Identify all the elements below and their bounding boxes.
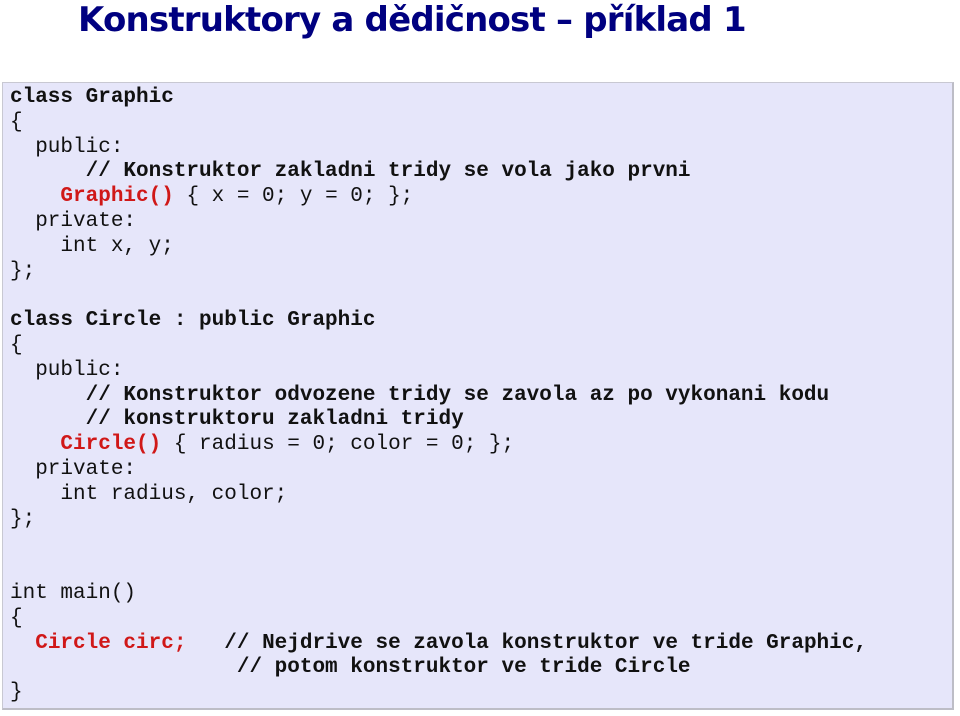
graphic-constructor-body: { x = 0; y = 0; }; — [173, 185, 414, 209]
main-statement: Circle circ; — [35, 631, 187, 655]
graphic-public-label: public: — [10, 135, 124, 159]
graphic-comment: // Konstruktor zakladni tridy se vola ja… — [10, 160, 691, 184]
circle-close: }; — [10, 507, 36, 531]
main-statement-line: Circle circ; // Nejdrive se zavola konst… — [10, 632, 867, 657]
graphic-constructor-name: Graphic() — [60, 185, 174, 209]
circle-constructor-body: { radius = 0; color = 0; }; — [161, 433, 515, 457]
code-listing: class Graphic { public: // Konstruktor z… — [10, 86, 867, 706]
main-comment-2: // potom konstruktor ve tride Circle — [236, 656, 691, 680]
main-header: int main() — [10, 581, 137, 605]
graphic-open-brace: { — [10, 110, 23, 134]
graphic-close: }; — [10, 259, 36, 283]
circle-constructor-line: Circle() { radius = 0; color = 0; }; — [10, 433, 867, 458]
circle-comment-2: // konstruktoru zakladni tridy — [10, 408, 464, 432]
circle-comment-1: // Konstruktor odvozene tridy se zavola … — [10, 383, 830, 407]
graphic-members: int x, y; — [10, 234, 174, 258]
circle-class-header: class Circle : public Graphic — [10, 309, 376, 333]
blank-lines — [10, 532, 867, 582]
main-close: } — [10, 681, 23, 705]
main-comment-1: // Nejdrive se zavola konstruktor ve tri… — [224, 631, 867, 655]
main-open-brace: { — [10, 606, 23, 630]
graphic-class-header: class Graphic — [10, 86, 174, 109]
circle-public-label: public: — [10, 358, 124, 382]
circle-constructor-name: Circle() — [60, 433, 162, 457]
circle-members: int radius, color; — [10, 482, 288, 506]
slide-title: Konstruktory a dědičnost – příklad 1 — [78, 0, 747, 40]
graphic-constructor-line: Graphic() { x = 0; y = 0; }; — [10, 185, 867, 210]
circle-open-brace: { — [10, 333, 23, 357]
main-comment-line-2: // potom konstruktor ve tride Circle — [10, 656, 867, 681]
circle-private-label: private: — [10, 457, 137, 481]
graphic-private-label: private: — [10, 209, 137, 233]
